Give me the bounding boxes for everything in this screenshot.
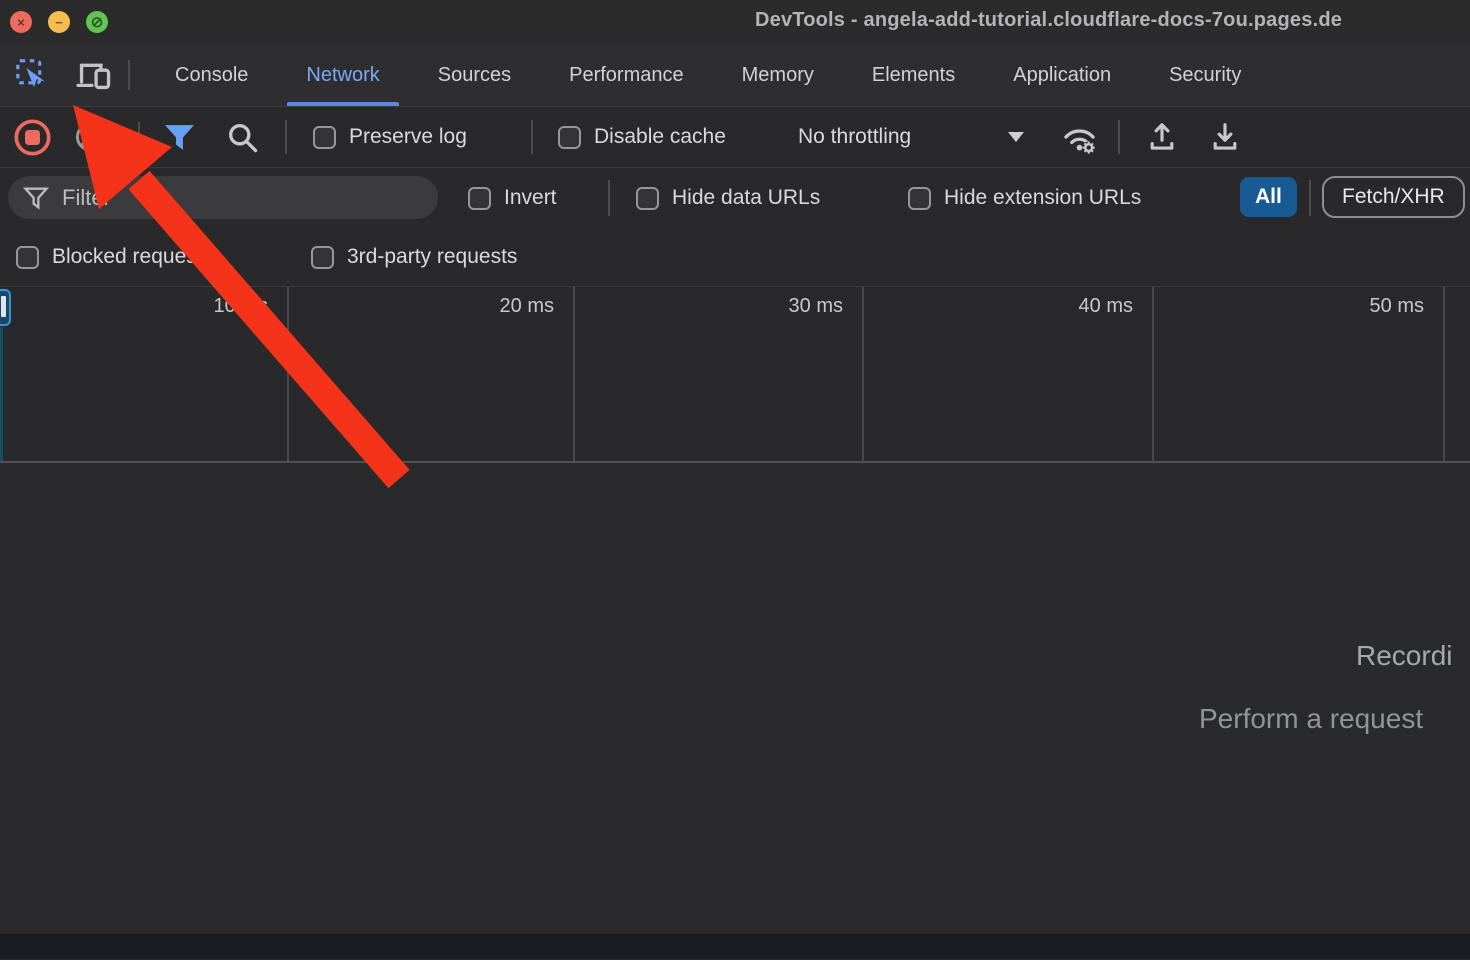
preserve-log-checkbox[interactable]: Preserve log <box>313 107 467 167</box>
toolbar-separator <box>531 120 533 154</box>
hide-extension-urls-label: Hide extension URLs <box>944 186 1141 210</box>
filter-separator <box>1309 180 1311 216</box>
ruler-gridline <box>862 287 864 461</box>
hide-data-urls-label: Hide data URLs <box>672 186 820 210</box>
search-icon <box>226 121 259 154</box>
toolbar-separator <box>1118 120 1120 154</box>
ruler-gridline <box>573 287 575 461</box>
tab-memory[interactable]: Memory <box>713 44 843 106</box>
minimize-button[interactable]: − <box>48 11 70 33</box>
inspect-cursor-icon <box>15 58 49 92</box>
checkbox-box[interactable] <box>636 187 659 210</box>
filter-separator <box>608 180 610 216</box>
waterfall-ruler[interactable]: 10 ms 20 ms 30 ms 40 ms 50 ms <box>0 287 1470 463</box>
import-har-button[interactable] <box>1145 107 1179 167</box>
preserve-log-label: Preserve log <box>349 125 467 149</box>
chevron-down-icon <box>1008 132 1024 142</box>
checkbox-box[interactable] <box>468 187 491 210</box>
disable-cache-checkbox[interactable]: Disable cache <box>558 107 726 167</box>
window-title: DevTools - angela-add-tutorial.cloudflar… <box>755 9 1342 32</box>
throttling-caret[interactable] <box>1008 107 1024 167</box>
filter-input[interactable] <box>62 185 402 211</box>
funnel-filled-icon <box>163 122 196 153</box>
checkbox-box[interactable] <box>313 126 336 149</box>
blocked-requests-label: Blocked requests <box>52 245 213 269</box>
ruler-label-40ms: 40 ms <box>1053 295 1133 318</box>
titlebar: × − ⊘ DevTools - angela-add-tutorial.clo… <box>0 0 1470 44</box>
empty-state-line2: Perform a request <box>1199 703 1423 735</box>
filter-row-2: Blocked requests 3rd-party requests <box>0 228 1470 287</box>
filter-input-container[interactable] <box>8 176 438 219</box>
network-conditions-button[interactable] <box>1061 107 1098 167</box>
tabbar-separator <box>128 60 130 90</box>
network-toolbar: Preserve log Disable cache No throttling <box>0 107 1470 168</box>
filter-type-fetch-xhr-button[interactable]: Fetch/XHR <box>1322 176 1465 218</box>
clear-icon <box>74 121 106 153</box>
network-empty-panel: Recordi Perform a request <box>0 463 1470 934</box>
empty-state: Recordi Perform a request <box>0 463 1470 934</box>
ruler-label-10ms: 10 ms <box>188 295 268 318</box>
blocked-requests-checkbox[interactable]: Blocked requests <box>16 228 213 286</box>
filter-toggle-button[interactable] <box>163 107 196 167</box>
download-icon <box>1208 120 1242 154</box>
tab-console[interactable]: Console <box>146 44 277 106</box>
upload-icon <box>1145 120 1179 154</box>
bottom-strip <box>0 934 1470 959</box>
third-party-requests-label: 3rd-party requests <box>347 245 517 269</box>
checkbox-box[interactable] <box>908 187 931 210</box>
throttling-select[interactable]: No throttling <box>798 107 911 167</box>
tab-sources[interactable]: Sources <box>409 44 540 106</box>
funnel-outline-icon <box>22 184 50 212</box>
tab-security[interactable]: Security <box>1140 44 1270 106</box>
ruler-label-20ms: 20 ms <box>474 295 554 318</box>
panel-tabs: Console Network Sources Performance Memo… <box>146 44 1270 106</box>
device-toolbar-icon <box>76 58 112 92</box>
hide-extension-urls-checkbox[interactable]: Hide extension URLs <box>908 168 1141 228</box>
disable-cache-label: Disable cache <box>594 125 726 149</box>
filter-type-all-button[interactable]: All <box>1240 177 1297 217</box>
ruler-gridline <box>287 287 289 461</box>
checkbox-box[interactable] <box>311 246 334 269</box>
ruler-left-badge <box>0 289 11 326</box>
toolbar-separator <box>285 120 287 154</box>
tab-elements[interactable]: Elements <box>843 44 984 106</box>
devtools-tabbar: Console Network Sources Performance Memo… <box>0 44 1470 107</box>
tab-application[interactable]: Application <box>984 44 1140 106</box>
record-network-log-button[interactable] <box>14 107 51 167</box>
empty-state-line1: Recordi <box>1356 640 1452 672</box>
inspect-element-button[interactable] <box>10 53 54 97</box>
throttling-value: No throttling <box>798 125 911 149</box>
ruler-label-30ms: 30 ms <box>763 295 843 318</box>
close-button[interactable]: × <box>10 11 32 33</box>
tab-performance[interactable]: Performance <box>540 44 713 106</box>
hide-data-urls-checkbox[interactable]: Hide data URLs <box>636 168 820 228</box>
checkbox-box[interactable] <box>558 126 581 149</box>
ruler-left-edge-line <box>0 327 3 461</box>
ruler-gridline <box>1443 287 1445 461</box>
zoom-button[interactable]: ⊘ <box>86 11 108 33</box>
stop-record-icon <box>14 119 51 156</box>
third-party-requests-checkbox[interactable]: 3rd-party requests <box>311 228 517 286</box>
search-button[interactable] <box>226 107 259 167</box>
clear-network-log-button[interactable] <box>74 107 106 167</box>
invert-label: Invert <box>504 186 557 210</box>
filter-row: Invert Hide data URLs Hide extension URL… <box>0 168 1470 228</box>
export-har-button[interactable] <box>1208 107 1242 167</box>
tab-network[interactable]: Network <box>277 44 408 106</box>
toolbar-separator <box>138 122 140 152</box>
checkbox-box[interactable] <box>16 246 39 269</box>
ruler-gridline <box>1152 287 1154 461</box>
invert-checkbox[interactable]: Invert <box>468 168 557 228</box>
devtools-window: × − ⊘ DevTools - angela-add-tutorial.clo… <box>0 0 1470 960</box>
ruler-label-50ms: 50 ms <box>1344 295 1424 318</box>
toggle-device-toolbar-button[interactable] <box>72 53 116 97</box>
wifi-gear-icon <box>1061 120 1098 154</box>
traffic-lights: × − ⊘ <box>10 11 108 33</box>
